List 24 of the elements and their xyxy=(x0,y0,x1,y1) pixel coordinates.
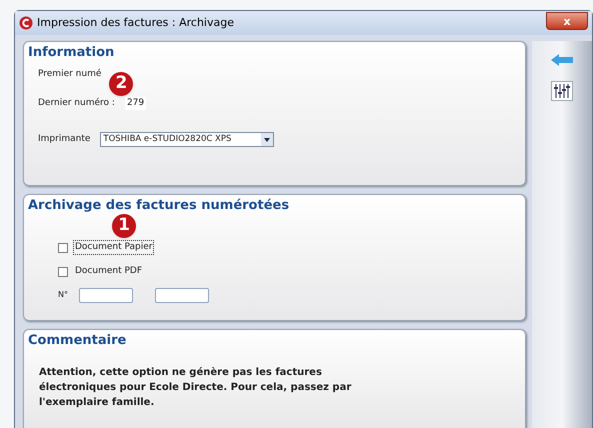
last-number-label: Dernier numéro : xyxy=(38,96,115,110)
number-badge: 1 xyxy=(112,214,136,238)
panel-title: Commentaire xyxy=(27,332,128,350)
app-logo-icon xyxy=(19,16,33,30)
number-label: N° xyxy=(58,289,69,301)
checkbox-label[interactable]: Document Papier xyxy=(73,240,154,256)
sliders-icon[interactable] xyxy=(551,81,573,101)
number-field[interactable] xyxy=(155,288,209,302)
checkbox[interactable] xyxy=(58,242,68,252)
panel-title: Information xyxy=(27,44,116,62)
first-number-label: Premier numé xyxy=(38,68,102,81)
close-button[interactable]: x xyxy=(546,12,588,30)
back-arrow-icon[interactable] xyxy=(550,53,574,67)
checkbox-label[interactable]: Document PDF xyxy=(73,264,144,278)
comment-text: Attention, cette option ne génère pas les factures électroniques pour Ecole Directe. Pour cela, passez par l'exemplaire famille. xyxy=(38,366,352,410)
number-badge: 2 xyxy=(109,72,134,96)
printer-label: Imprimante xyxy=(38,132,90,146)
window-title: Impression des factures : Archivage xyxy=(37,14,234,31)
checkbox[interactable] xyxy=(58,266,68,276)
dropdown-value: TOSHIBA e-STUDIO2820C XPS xyxy=(102,133,232,146)
panel-title: Archivage des factures numérotées xyxy=(27,197,290,215)
last-number-value: 279 xyxy=(124,96,146,110)
printer-dropdown[interactable]: TOSHIBA e-STUDIO2820C XPS xyxy=(100,132,274,147)
number-field[interactable] xyxy=(79,288,133,302)
